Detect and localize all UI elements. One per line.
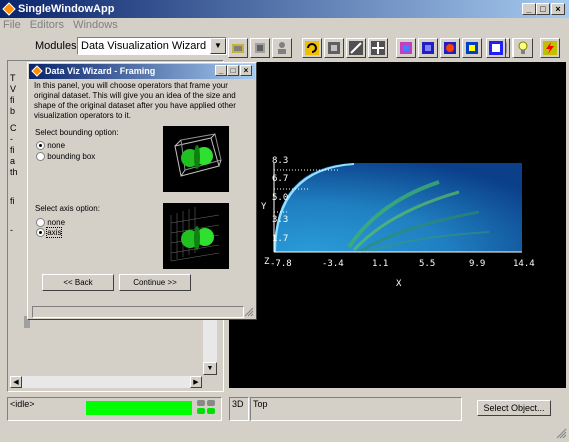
modules-label: Modules bbox=[35, 40, 77, 52]
color-cube-icon[interactable] bbox=[396, 38, 416, 58]
modules-select-value: Data Visualization Wizard bbox=[81, 40, 207, 52]
bounding-preview-image bbox=[163, 126, 229, 192]
view-mode-field: 3D bbox=[229, 397, 249, 421]
wizard-status-bar bbox=[32, 306, 244, 318]
lightning-icon[interactable] bbox=[540, 38, 560, 58]
bulb-icon[interactable] bbox=[513, 38, 533, 58]
resize-grip-icon[interactable] bbox=[244, 307, 254, 317]
y-tick-label: 6.7 bbox=[272, 174, 289, 184]
scroll-down-button[interactable]: ▼ bbox=[203, 362, 217, 375]
viewport-3d[interactable]: 8.3 6.7 5.0 3.3 1.7 Y Z -7.8 -3.4 1.1 5.… bbox=[229, 62, 566, 388]
menu-editors[interactable]: Editors bbox=[30, 19, 64, 31]
wizard-dialog: Data Viz Wizard - Framing _ □ × In this … bbox=[27, 62, 257, 320]
app-title-bar: SingleWindowApp _ □ × bbox=[0, 0, 569, 18]
indicator-light-icon bbox=[207, 400, 215, 406]
indicator-light-icon bbox=[197, 408, 205, 414]
menu-file[interactable]: File bbox=[3, 19, 21, 31]
continue-button[interactable]: Continue >> bbox=[119, 274, 191, 291]
radio-button[interactable] bbox=[36, 228, 45, 238]
radio-button[interactable] bbox=[36, 141, 45, 151]
wizard-description: In this panel, you will choose operators… bbox=[34, 81, 236, 120]
wizard-title: Data Viz Wizard - Framing bbox=[45, 66, 156, 76]
x-tick-label: -7.8 bbox=[270, 259, 292, 269]
x-axis-label: X bbox=[396, 279, 402, 289]
y-tick-label: 1.7 bbox=[272, 234, 289, 244]
axis-option-label: Select axis option: bbox=[35, 204, 100, 213]
line-icon[interactable] bbox=[346, 38, 366, 58]
progress-bar bbox=[86, 401, 192, 415]
back-button[interactable]: << Back bbox=[42, 274, 114, 291]
z-axis-label: Z bbox=[264, 257, 270, 267]
select-icon[interactable] bbox=[324, 38, 344, 58]
menu-bar: File Editors Windows bbox=[3, 18, 124, 32]
scroll-left-button[interactable]: ◀ bbox=[10, 376, 22, 388]
wizard-title-bar: Data Viz Wizard - Framing _ □ × bbox=[29, 64, 255, 79]
axis-preview-image bbox=[163, 203, 229, 269]
render-icon[interactable] bbox=[250, 38, 270, 58]
menu-windows[interactable]: Windows bbox=[73, 19, 118, 31]
radio-button[interactable] bbox=[36, 218, 45, 228]
y-axis-label: Y bbox=[261, 202, 267, 212]
chevron-down-icon[interactable]: ▼ bbox=[210, 38, 226, 54]
select-object-button[interactable]: Select Object... bbox=[477, 400, 551, 416]
visualization bbox=[273, 163, 522, 254]
color-box-icon[interactable] bbox=[462, 38, 482, 58]
app-icon bbox=[2, 2, 16, 16]
bounding-box-radio[interactable]: bounding box bbox=[36, 152, 95, 162]
blue-square-icon[interactable] bbox=[418, 38, 438, 58]
horizontal-scrollbar[interactable]: ◀ ▶ bbox=[10, 376, 202, 388]
indicator-light-icon bbox=[197, 400, 205, 406]
x-tick-label: 1.1 bbox=[372, 259, 389, 269]
wizard-minimize-button[interactable]: _ bbox=[215, 65, 227, 76]
status-indicators bbox=[197, 400, 217, 416]
scene-icon[interactable] bbox=[228, 38, 248, 58]
y-tick-label: 5.0 bbox=[272, 193, 289, 203]
idle-status-text: <idle> bbox=[10, 399, 35, 409]
minimize-button[interactable]: _ bbox=[522, 3, 536, 15]
x-tick-label: 14.4 bbox=[513, 259, 535, 269]
left-panel-text: T V fi b C - fi a th fi - bbox=[10, 73, 18, 235]
status-panel: <idle> bbox=[7, 397, 222, 421]
bounding-none-radio[interactable]: none bbox=[36, 141, 65, 151]
modules-select[interactable]: Data Visualization Wizard ▼ bbox=[77, 37, 227, 55]
y-tick-label: 8.3 bbox=[272, 156, 289, 166]
main-resize-grip-icon[interactable] bbox=[556, 428, 567, 439]
wizard-app-icon bbox=[31, 65, 43, 77]
scroll-right-button[interactable]: ▶ bbox=[190, 376, 202, 388]
wizard-close-button[interactable]: × bbox=[240, 65, 252, 76]
x-tick-label: -3.4 bbox=[322, 259, 344, 269]
x-tick-label: 5.5 bbox=[419, 259, 436, 269]
close-button[interactable]: × bbox=[551, 3, 565, 15]
maximize-button[interactable]: □ bbox=[536, 3, 550, 15]
refresh-icon[interactable] bbox=[302, 38, 322, 58]
user-icon[interactable] bbox=[272, 38, 292, 58]
cross-icon[interactable] bbox=[368, 38, 388, 58]
view-name-field: Top bbox=[250, 397, 462, 421]
radio-button[interactable] bbox=[36, 152, 45, 162]
square-frame-icon[interactable] bbox=[486, 38, 506, 58]
axis-axis-radio[interactable]: axis bbox=[36, 227, 63, 238]
app-title: SingleWindowApp bbox=[18, 3, 115, 15]
wizard-maximize-button[interactable]: □ bbox=[227, 65, 239, 76]
x-tick-label: 9.9 bbox=[469, 259, 486, 269]
indicator-light-icon bbox=[207, 408, 215, 414]
y-tick-label: 3.3 bbox=[272, 215, 289, 225]
bounding-option-label: Select bounding option: bbox=[35, 128, 119, 137]
red-dot-icon[interactable] bbox=[440, 38, 460, 58]
axis-none-radio[interactable]: none bbox=[36, 218, 65, 228]
